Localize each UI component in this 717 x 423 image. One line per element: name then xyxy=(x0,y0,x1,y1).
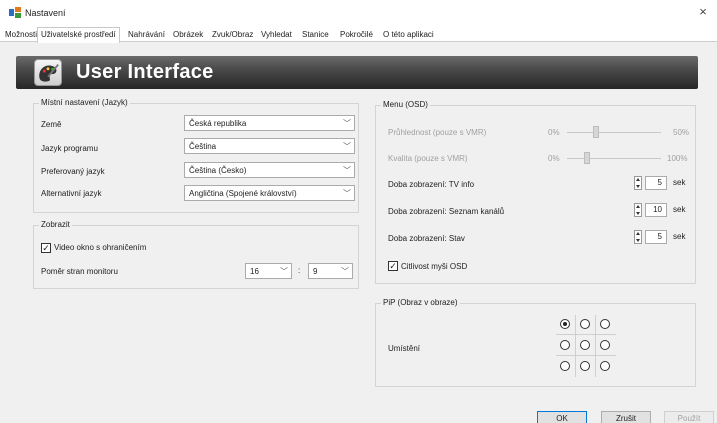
aspect-height-value: 9 xyxy=(313,267,318,276)
tab-stations[interactable]: Stanice xyxy=(299,29,332,42)
pip-middle-right-radio[interactable] xyxy=(600,340,610,350)
grid-divider xyxy=(595,315,596,377)
pip-bottom-center-radio[interactable] xyxy=(580,361,590,371)
channel-list-unit: sek xyxy=(673,205,686,214)
quality-max: 100% xyxy=(667,154,688,163)
menu-osd-title: Menu (OSD) xyxy=(381,100,430,109)
app-icon xyxy=(9,7,21,18)
pip-middle-center-radio[interactable] xyxy=(580,340,590,350)
quality-slider-thumb[interactable] xyxy=(584,152,590,164)
aspect-width-value: 16 xyxy=(250,267,259,276)
display-title: Zobrazit xyxy=(39,220,72,229)
spin-arrows-icon[interactable] xyxy=(634,203,642,217)
grid-divider xyxy=(556,334,616,335)
status-value[interactable]: 5 xyxy=(645,230,667,244)
aspect-width-select[interactable]: 16 ﹀ xyxy=(245,263,292,279)
tv-info-label: Doba zobrazení: TV info xyxy=(388,180,475,189)
aspect-separator: : xyxy=(298,266,301,275)
channel-list-spinner[interactable]: 10 sek xyxy=(634,203,686,217)
aspect-ratio-label: Poměr stran monitoru xyxy=(41,267,118,276)
tab-sound-video[interactable]: Zvuk/Obraz xyxy=(209,29,256,42)
title-bar: Nastavení × xyxy=(0,0,717,26)
mouse-osd-label: Citlivost myši OSD xyxy=(401,262,468,271)
quality-slider[interactable] xyxy=(567,158,661,159)
pip-title: PiP (Obraz v obraze) xyxy=(381,298,460,307)
quality-min: 0% xyxy=(548,154,560,163)
cancel-button[interactable]: Zrušit xyxy=(601,411,651,423)
tv-info-value[interactable]: 5 xyxy=(645,176,667,190)
quality-label: Kvalita (pouze s VMR) xyxy=(388,154,468,163)
banner-title: User Interface xyxy=(76,61,214,83)
tab-picture[interactable]: Obrázek xyxy=(170,29,206,42)
alt-language-value: Angličtina (Spojené království) xyxy=(189,189,297,198)
program-language-label: Jazyk programu xyxy=(41,144,98,153)
country-value: Česká republika xyxy=(189,119,247,128)
status-label: Doba zobrazení: Stav xyxy=(388,234,465,243)
transparency-label: Průhlednost (pouze s VMR) xyxy=(388,128,487,137)
transparency-slider[interactable] xyxy=(567,132,661,133)
channel-list-value[interactable]: 10 xyxy=(645,203,667,217)
tab-options[interactable]: Možnosti xyxy=(2,29,40,42)
country-select[interactable]: Česká republika ﹀ xyxy=(184,115,355,131)
grid-divider xyxy=(556,355,616,356)
local-settings-title: Místní nastavení (Jazyk) xyxy=(39,98,130,107)
alt-language-select[interactable]: Angličtina (Spojené království) ﹀ xyxy=(184,185,355,201)
alt-language-label: Alternativní jazyk xyxy=(41,189,102,198)
tab-about[interactable]: O této aplikaci xyxy=(380,29,437,42)
video-border-label: Video okno s ohraničením xyxy=(54,243,147,252)
tab-advanced[interactable]: Pokročilé xyxy=(337,29,376,42)
channel-list-label: Doba zobrazení: Seznam kanálů xyxy=(388,207,505,216)
grid-divider xyxy=(575,315,576,377)
program-language-value: Čeština xyxy=(189,142,217,151)
pip-top-left-radio[interactable] xyxy=(560,319,570,329)
status-spinner[interactable]: 5 sek xyxy=(634,230,686,244)
transparency-slider-thumb[interactable] xyxy=(593,126,599,138)
pip-top-right-radio[interactable] xyxy=(600,319,610,329)
program-language-select[interactable]: Čeština ﹀ xyxy=(184,138,355,154)
chevron-down-icon: ﹀ xyxy=(343,142,351,151)
pip-bottom-right-radio[interactable] xyxy=(600,361,610,371)
page-banner: User Interface xyxy=(16,56,698,89)
tab-strip: Možnosti Uživatelské prostředí Nahrávání… xyxy=(0,26,717,43)
transparency-max: 50% xyxy=(673,128,690,137)
window-title: Nastavení xyxy=(25,8,66,18)
pip-position-label: Umístění xyxy=(388,344,421,353)
preferred-language-select[interactable]: Čeština (Česko) ﹀ xyxy=(184,162,355,178)
ok-button[interactable]: OK xyxy=(537,411,587,423)
video-border-checkbox[interactable]: ✓ xyxy=(41,243,51,253)
palette-icon xyxy=(34,59,62,86)
status-unit: sek xyxy=(673,232,686,241)
tv-info-spinner[interactable]: 5 sek xyxy=(634,176,686,190)
pip-middle-left-radio[interactable] xyxy=(560,340,570,350)
chevron-down-icon: ﹀ xyxy=(343,119,351,128)
tv-info-unit: sek xyxy=(673,178,686,187)
close-button[interactable]: × xyxy=(695,4,711,20)
preferred-language-label: Preferovaný jazyk xyxy=(41,167,105,176)
display-group: Zobrazit xyxy=(33,220,359,289)
spin-arrows-icon[interactable] xyxy=(634,176,642,190)
country-label: Země xyxy=(41,120,62,129)
chevron-down-icon: ﹀ xyxy=(343,166,351,175)
tab-user-interface[interactable]: Uživatelské prostředí xyxy=(37,27,120,43)
pip-group: PiP (Obraz v obraze) xyxy=(375,298,696,387)
aspect-height-select[interactable]: 9 ﹀ xyxy=(308,263,353,279)
chevron-down-icon: ﹀ xyxy=(341,267,349,276)
pip-top-center-radio[interactable] xyxy=(580,319,590,329)
pip-bottom-left-radio[interactable] xyxy=(560,361,570,371)
transparency-min: 0% xyxy=(548,128,560,137)
spin-arrows-icon[interactable] xyxy=(634,230,642,244)
tab-recording[interactable]: Nahrávání xyxy=(125,29,168,42)
tab-search[interactable]: Vyhledat xyxy=(258,29,295,42)
apply-button[interactable]: Použít xyxy=(664,411,714,423)
chevron-down-icon: ﹀ xyxy=(280,267,288,276)
mouse-osd-checkbox[interactable]: ✓ xyxy=(388,261,398,271)
chevron-down-icon: ﹀ xyxy=(343,189,351,198)
preferred-language-value: Čeština (Česko) xyxy=(189,166,247,175)
